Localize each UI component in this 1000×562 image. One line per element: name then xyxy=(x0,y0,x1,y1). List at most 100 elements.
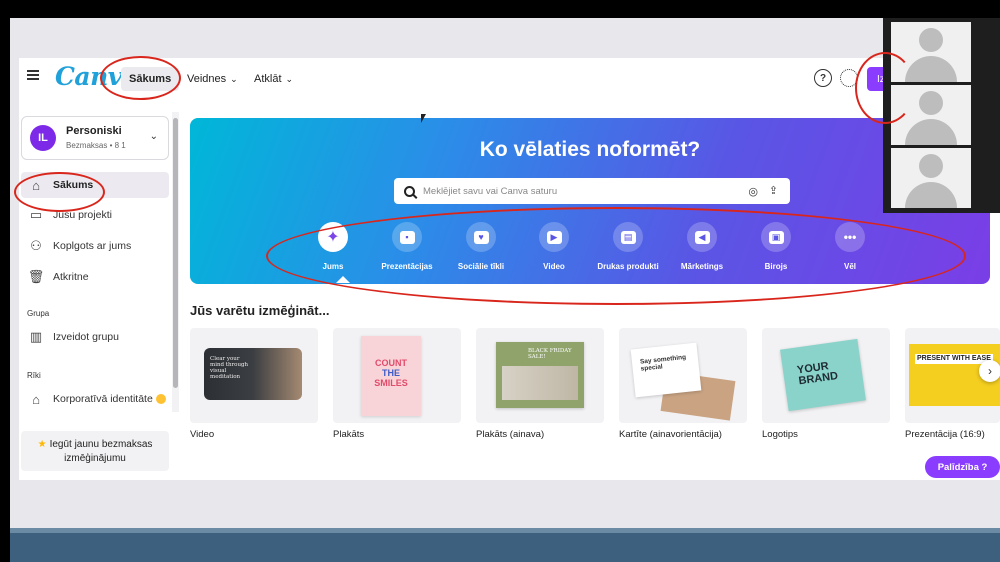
category-label: Sociālie tīkli xyxy=(457,262,505,271)
account-plan: Bezmaksas • 8 1 xyxy=(66,141,126,150)
sidebar-item-label: Jūsu projekti xyxy=(53,209,112,221)
sidebar-item-trash[interactable]: 🗑 Atkritne xyxy=(21,264,169,290)
heart-chat-icon: ♥ xyxy=(466,222,496,252)
category-label: Video xyxy=(543,262,565,271)
tile-label: Plakāts (ainava) xyxy=(476,429,545,440)
category-more[interactable]: ••• Vēl xyxy=(810,222,890,271)
category-label: Vēl xyxy=(843,262,856,271)
sidebar-item-label: Korporatīvā identitāte xyxy=(53,393,153,405)
megaphone-icon: ◀ xyxy=(687,222,717,252)
thumbnail-poster: COUNT THE SMILES xyxy=(361,336,421,416)
chevron-down-icon: ⌄ xyxy=(230,73,238,84)
video-call-panel xyxy=(883,18,1000,213)
tile-label: Kartīte (ainavorientācija) xyxy=(619,429,722,440)
tools-heading: Rīki xyxy=(27,371,41,380)
sidebar-scrollbar[interactable] xyxy=(172,112,179,412)
tile-label: Plakāts xyxy=(333,429,365,440)
category-marketing[interactable]: ◀ Mārketings xyxy=(662,222,742,271)
category-video[interactable]: ▶ Video xyxy=(514,222,594,271)
camera-icon[interactable]: ◎ xyxy=(748,185,758,198)
carousel-next-arrow-icon[interactable]: › xyxy=(979,360,1000,382)
thumbnail-video: Clear your mind through visual meditatio… xyxy=(204,348,302,400)
presentation-footer-band xyxy=(10,528,1000,562)
tile-label: Prezentācija (16:9) xyxy=(905,429,985,440)
template-tile-poster[interactable]: COUNT THE SMILES xyxy=(333,328,461,423)
account-switcher[interactable]: IL Personiski Bezmaksas • 8 1 ⌄ xyxy=(21,116,169,160)
tile-label: Video xyxy=(190,429,215,440)
category-office[interactable]: ▣ Birojs xyxy=(736,222,816,271)
chevron-down-icon: ⌄ xyxy=(149,131,158,142)
thumbnail-photo xyxy=(502,366,578,400)
trial-line-2: izmēģinājumu xyxy=(64,453,126,464)
template-tile-poster-landscape[interactable]: BLACK FRIDAY SALE! xyxy=(476,328,604,423)
person-icon xyxy=(919,154,943,178)
participant-tile[interactable] xyxy=(891,85,971,145)
thumbnail-text: COUNT THE SMILES xyxy=(374,358,408,388)
category-presentations[interactable]: ▪ Prezentācijas xyxy=(367,222,447,271)
sparkle-icon: ✦ xyxy=(318,222,348,252)
search-placeholder: Meklējiet savu vai Canva saturu xyxy=(423,185,558,197)
template-tile-logo[interactable]: YOUR BRAND xyxy=(762,328,890,423)
sidebar: IL Personiski Bezmaksas • 8 1 ⌄ ⌂ Sākums… xyxy=(19,112,171,480)
category-for-you[interactable]: ✦ Jums xyxy=(293,222,373,271)
sidebar-item-brand-kit[interactable]: ⌂ Korporatīvā identitāte xyxy=(21,386,169,412)
upload-icon[interactable]: ⇪ xyxy=(769,184,778,197)
presentation-icon: ▪ xyxy=(392,222,422,252)
nav-discover-label: Atklāt xyxy=(254,73,282,85)
screen: Canva Sākums Veidnes ⌄ Atklāt ⌄ ? Iz IL Pe… xyxy=(0,0,1000,562)
brand-kit-icon: ⌂ xyxy=(32,391,40,407)
account-name: Personiski xyxy=(66,125,122,137)
thumbnail-text: Say something special xyxy=(639,353,687,373)
sidebar-item-projects[interactable]: ▭ Jūsu projekti xyxy=(21,202,169,228)
sidebar-item-create-group[interactable]: ▥ Izveidot grupu xyxy=(21,324,169,350)
search-icon xyxy=(404,185,415,197)
avatar: IL xyxy=(30,125,56,151)
thumbnail-logo: YOUR BRAND xyxy=(780,338,866,412)
sidebar-item-label: Koplgots ar jums xyxy=(53,240,132,252)
participant-tile[interactable] xyxy=(891,148,971,208)
people-icon: ⚇ xyxy=(30,238,42,253)
person-icon xyxy=(919,91,943,115)
sidebar-item-shared[interactable]: ⚇ Koplgots ar jums xyxy=(21,233,169,259)
home-icon: ⌂ xyxy=(32,177,40,193)
category-label: Prezentācijas xyxy=(381,262,433,271)
nav-discover-button[interactable]: Atklāt ⌄ xyxy=(246,67,301,91)
more-dots-icon: ••• xyxy=(835,222,865,252)
folder-icon: ▭ xyxy=(29,207,43,222)
briefcase-icon: ▣ xyxy=(761,222,791,252)
free-trial-button[interactable]: ★ Iegūt jaunu bezmaksas izmēģinājumu xyxy=(21,431,169,471)
nav-home-label: Sākums xyxy=(129,73,172,85)
person-icon xyxy=(919,28,943,52)
sidebar-item-home[interactable]: ⌂ Sākums xyxy=(21,172,169,198)
crown-icon xyxy=(155,394,166,404)
hamburger-menu-icon[interactable] xyxy=(27,70,39,80)
scrollbar-thumb[interactable] xyxy=(173,118,178,388)
thumbnail-text: Clear your mind through visual meditatio… xyxy=(210,356,249,380)
category-social-media[interactable]: ♥ Sociālie tīkli xyxy=(441,222,521,271)
category-print-products[interactable]: ▤ Drukas produkti xyxy=(588,222,668,271)
nav-templates-label: Veidnes xyxy=(187,73,227,85)
help-button[interactable]: Palīdzība ? xyxy=(925,456,1000,478)
nav-home-button[interactable]: Sākums xyxy=(121,67,180,91)
printer-icon: ▤ xyxy=(613,222,643,252)
search-input[interactable]: Meklējiet savu vai Canva saturu ◎ ⇪ xyxy=(394,178,790,204)
trial-line-1: Iegūt jaunu bezmaksas xyxy=(49,439,153,450)
hero-banner: Ko vēlaties noformēt? Meklējiet savu vai… xyxy=(190,118,990,284)
participant-tile[interactable] xyxy=(891,22,971,82)
nav-templates-button[interactable]: Veidnes ⌄ xyxy=(179,67,246,91)
thumbnail-card: Say something special xyxy=(630,342,702,398)
thumbnail-poster-landscape: BLACK FRIDAY SALE! xyxy=(496,342,584,408)
suggestions-heading: Jūs varētu izmēģināt... xyxy=(190,303,330,318)
category-label: Drukas produkti xyxy=(597,262,659,271)
hero-title: Ko vēlaties noformēt? xyxy=(479,138,701,161)
chevron-down-icon: ⌄ xyxy=(285,73,294,84)
help-icon[interactable]: ? xyxy=(814,69,832,87)
group-heading: Grupa xyxy=(27,309,50,318)
canva-app: Canva Sākums Veidnes ⌄ Atklāt ⌄ ? Iz IL Pe… xyxy=(19,58,1000,480)
template-tile-card[interactable]: Say something special xyxy=(619,328,747,423)
sidebar-item-label: Sākums xyxy=(53,179,94,191)
sidebar-item-label: Izveidot grupu xyxy=(53,331,119,343)
template-tile-video[interactable]: Clear your mind through visual meditatio… xyxy=(190,328,318,423)
thumbnail-text: BLACK FRIDAY SALE! xyxy=(528,348,572,360)
gear-icon[interactable] xyxy=(840,69,858,87)
